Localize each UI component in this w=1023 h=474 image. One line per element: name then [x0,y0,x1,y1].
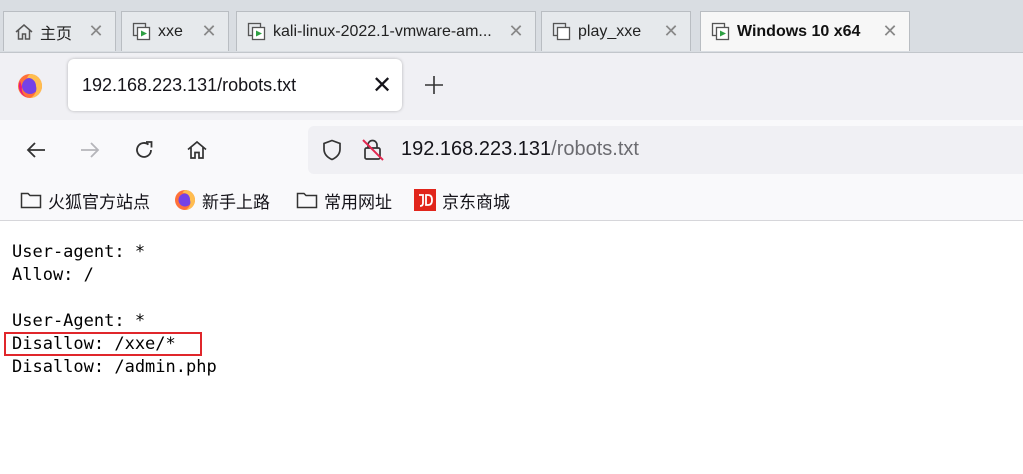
vm-tab-windows[interactable]: Windows 10 x64 ✕ [700,11,910,51]
home-icon [187,140,207,159]
bookmarks-toolbar: 火狐官方站点 新手上路 常用网址 京东商城 [0,180,1023,221]
arrow-right-icon [81,142,100,158]
forward-button[interactable] [73,133,107,167]
back-button[interactable] [19,133,53,167]
home-icon [14,22,34,42]
firefox-icon[interactable] [17,73,43,99]
folder-icon [20,192,42,209]
firefox-icon [175,190,195,210]
vm-tab-label: xxe [158,22,183,40]
url-bar[interactable]: 192.168.223.131/robots.txt [308,126,1023,174]
robots-line: User-Agent: * [12,311,146,331]
browser-tab-bar: 192.168.223.131/robots.txt ✕ [0,53,1023,120]
close-icon[interactable]: ✕ [881,21,899,42]
vm-tab-label: Windows 10 x64 [737,22,861,40]
vm-icon [711,22,731,42]
url-path: /robots.txt [551,138,639,160]
folder-icon [296,192,318,209]
robots-line: User-agent: * [12,242,146,262]
close-icon[interactable]: ✕ [362,71,402,100]
robots-line: Allow: / [12,265,94,285]
vm-tab-kali[interactable]: kali-linux-2022.1-vmware-am... ✕ [236,11,536,51]
vm-off-icon [552,22,572,42]
vmware-tab-strip: 主页 ✕ xxe ✕ kali-linux-2022.1-vmware-am..… [0,0,1023,53]
new-tab-button[interactable] [420,65,448,105]
bookmark-item[interactable]: 火狐官方站点 [20,188,150,212]
vm-tab-label: kali-linux-2022.1-vmware-am... [273,22,492,40]
vm-tab-home[interactable]: 主页 ✕ [3,11,116,51]
insecure-lock-icon[interactable] [360,137,386,168]
vm-icon [132,22,152,42]
vm-tab-play-xxe[interactable]: play_xxe ✕ [541,11,691,51]
url-text: 192.168.223.131/robots.txt [401,138,639,161]
vm-icon [247,22,267,42]
arrow-left-icon [26,142,45,158]
navigation-toolbar: 192.168.223.131/robots.txt [0,120,1023,180]
bookmark-label: 新手上路 [202,192,270,212]
home-button[interactable] [180,133,214,167]
close-icon[interactable]: ✕ [507,21,525,42]
shield-icon[interactable] [320,138,344,167]
page-content: User-agent: * Allow: / User-Agent: * Dis… [0,221,1023,474]
close-icon[interactable]: ✕ [87,21,105,42]
bookmark-label: 京东商城 [442,192,510,212]
highlight-annotation-box [4,332,202,356]
vm-tab-label: 主页 [40,25,73,43]
close-icon[interactable]: ✕ [200,21,218,42]
bookmark-label: 火狐官方站点 [48,192,150,212]
reload-button[interactable] [127,133,161,167]
browser-tab-active[interactable]: 192.168.223.131/robots.txt ✕ [68,59,402,111]
reload-icon [136,141,153,158]
bookmark-item[interactable]: 新手上路 [174,188,270,212]
close-icon[interactable]: ✕ [662,21,680,42]
robots-line: Disallow: /admin.php [12,357,217,377]
vm-tab-label: play_xxe [578,22,642,40]
vm-tab-xxe[interactable]: xxe ✕ [121,11,229,51]
url-host: 192.168.223.131 [401,138,552,160]
browser-tab-title: 192.168.223.131/robots.txt [82,74,297,95]
bookmark-item[interactable]: 常用网址 [296,188,392,212]
bookmark-label: 常用网址 [324,192,392,212]
bookmark-item[interactable]: 京东商城 [414,188,510,212]
jd-icon [414,189,436,211]
